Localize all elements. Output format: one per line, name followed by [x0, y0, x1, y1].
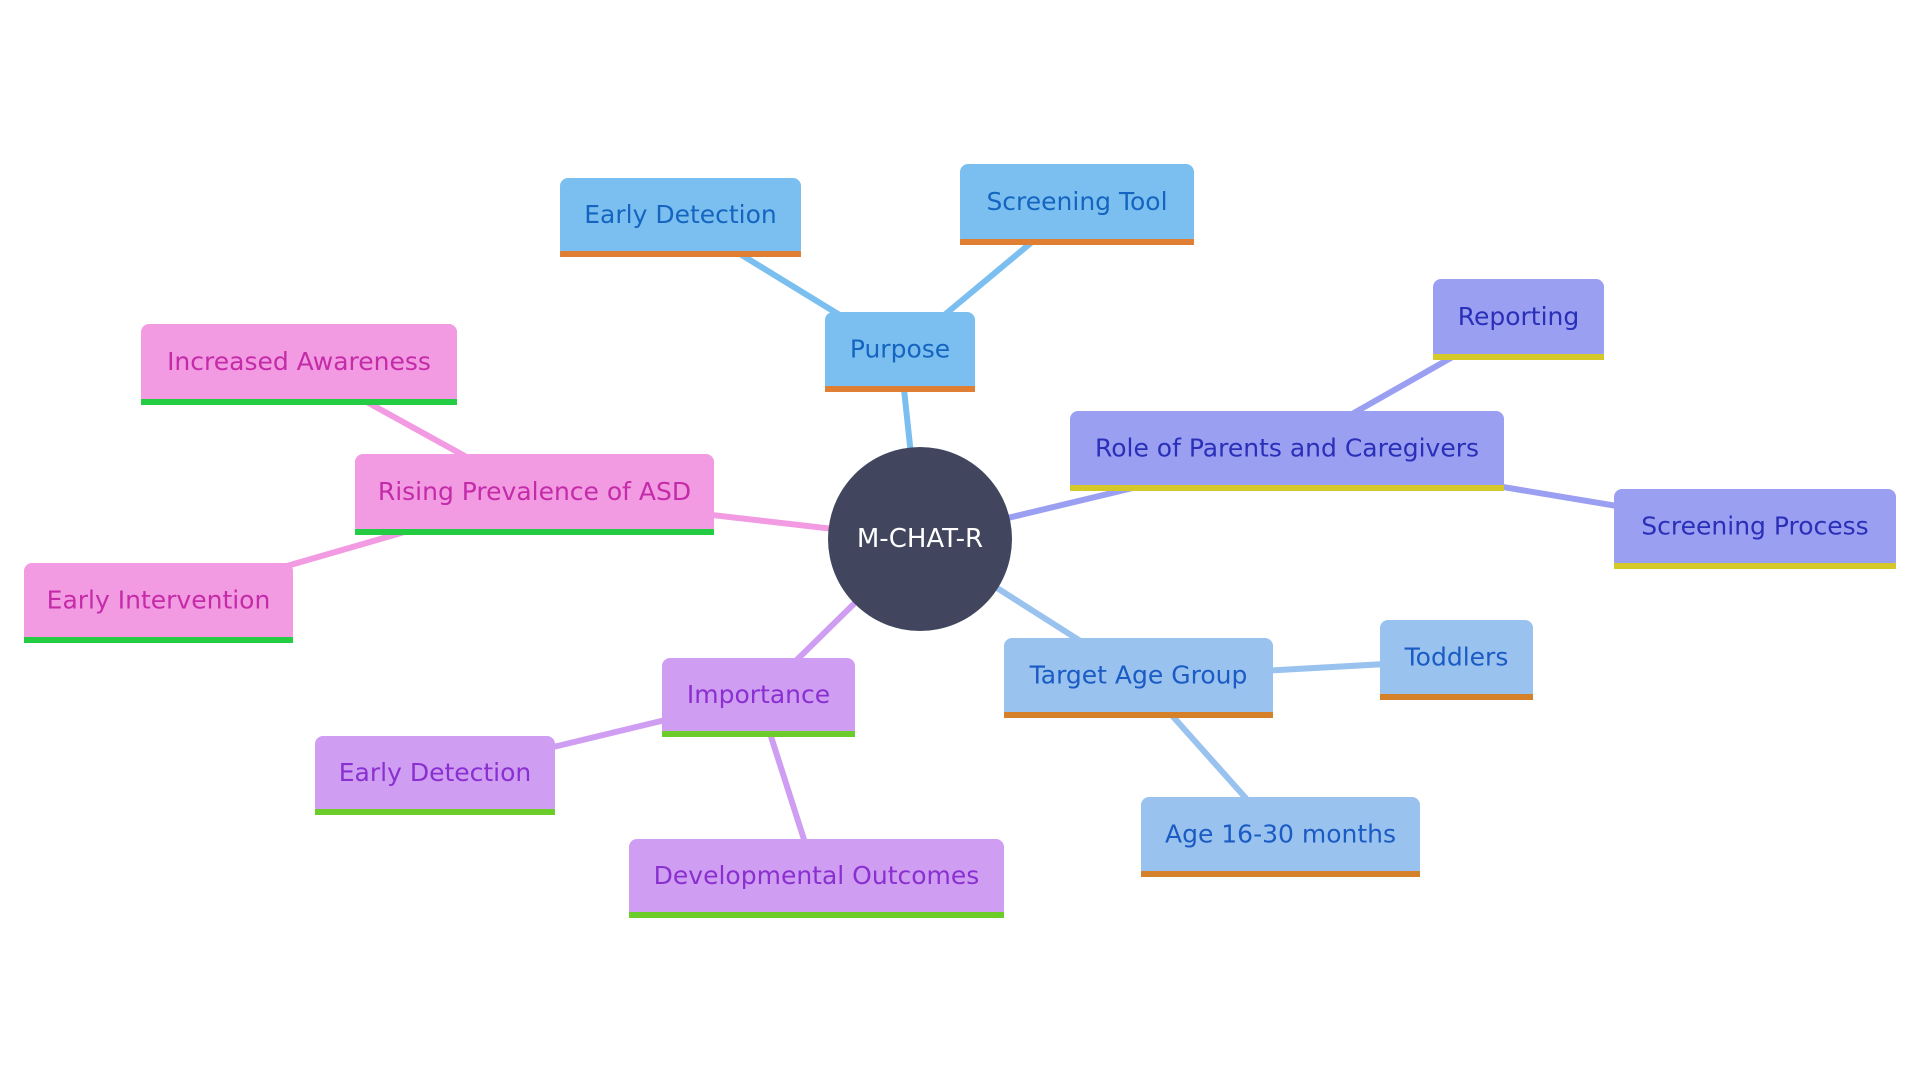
- node-label: Rising Prevalence of ASD: [378, 477, 691, 506]
- node-label: Screening Process: [1641, 512, 1868, 541]
- node-underline: [1141, 871, 1420, 877]
- node-age-16-30-months[interactable]: Age 16-30 months: [1141, 797, 1420, 877]
- mind-map: Purpose Early Detection Screening Tool Role…: [24, 164, 1896, 918]
- node-toddlers[interactable]: Toddlers: [1380, 620, 1533, 700]
- node-underline: [1070, 485, 1504, 491]
- node-underline: [960, 239, 1194, 245]
- root-node[interactable]: M-CHAT-R: [828, 447, 1012, 631]
- node-label: Importance: [687, 680, 830, 709]
- node-label: Toddlers: [1404, 643, 1509, 672]
- node-label: Screening Tool: [986, 187, 1167, 216]
- node-label: Reporting: [1458, 302, 1580, 331]
- node-purpose-early-detection[interactable]: Early Detection: [560, 178, 801, 257]
- node-label: Target Age Group: [1029, 661, 1248, 690]
- node-underline: [1433, 354, 1604, 360]
- node-label: Developmental Outcomes: [654, 861, 980, 890]
- node-rising-prevalence[interactable]: Rising Prevalence of ASD: [355, 454, 714, 535]
- node-label: Early Detection: [584, 200, 777, 229]
- node-target-age-group[interactable]: Target Age Group: [1004, 638, 1273, 718]
- node-underline: [1004, 712, 1273, 718]
- node-role-of-parents[interactable]: Role of Parents and Caregivers: [1070, 411, 1504, 491]
- root-label: M-CHAT-R: [857, 524, 983, 554]
- node-label: Age 16-30 months: [1165, 820, 1396, 849]
- node-label: Purpose: [850, 335, 950, 364]
- node-reporting[interactable]: Reporting: [1433, 279, 1604, 360]
- node-importance-early-detection[interactable]: Early Detection: [315, 736, 555, 815]
- node-underline: [662, 731, 855, 737]
- node-label: Early Detection: [339, 758, 532, 787]
- node-early-intervention[interactable]: Early Intervention: [24, 563, 293, 643]
- node-increased-awareness[interactable]: Increased Awareness: [141, 324, 457, 405]
- node-label: Role of Parents and Caregivers: [1095, 434, 1479, 463]
- node-underline: [1380, 694, 1533, 700]
- node-underline: [141, 399, 457, 405]
- node-underline: [825, 386, 975, 392]
- node-underline: [560, 251, 801, 257]
- node-purpose[interactable]: Purpose: [825, 312, 975, 392]
- node-underline: [629, 912, 1004, 918]
- node-label: Increased Awareness: [167, 347, 431, 376]
- node-label: Early Intervention: [47, 586, 271, 615]
- node-importance[interactable]: Importance: [662, 658, 855, 737]
- node-developmental-outcomes[interactable]: Developmental Outcomes: [629, 839, 1004, 918]
- node-screening-process[interactable]: Screening Process: [1614, 489, 1896, 569]
- node-underline: [355, 529, 714, 535]
- node-purpose-screening-tool[interactable]: Screening Tool: [960, 164, 1194, 245]
- node-underline: [315, 809, 555, 815]
- node-underline: [24, 637, 293, 643]
- node-underline: [1614, 563, 1896, 569]
